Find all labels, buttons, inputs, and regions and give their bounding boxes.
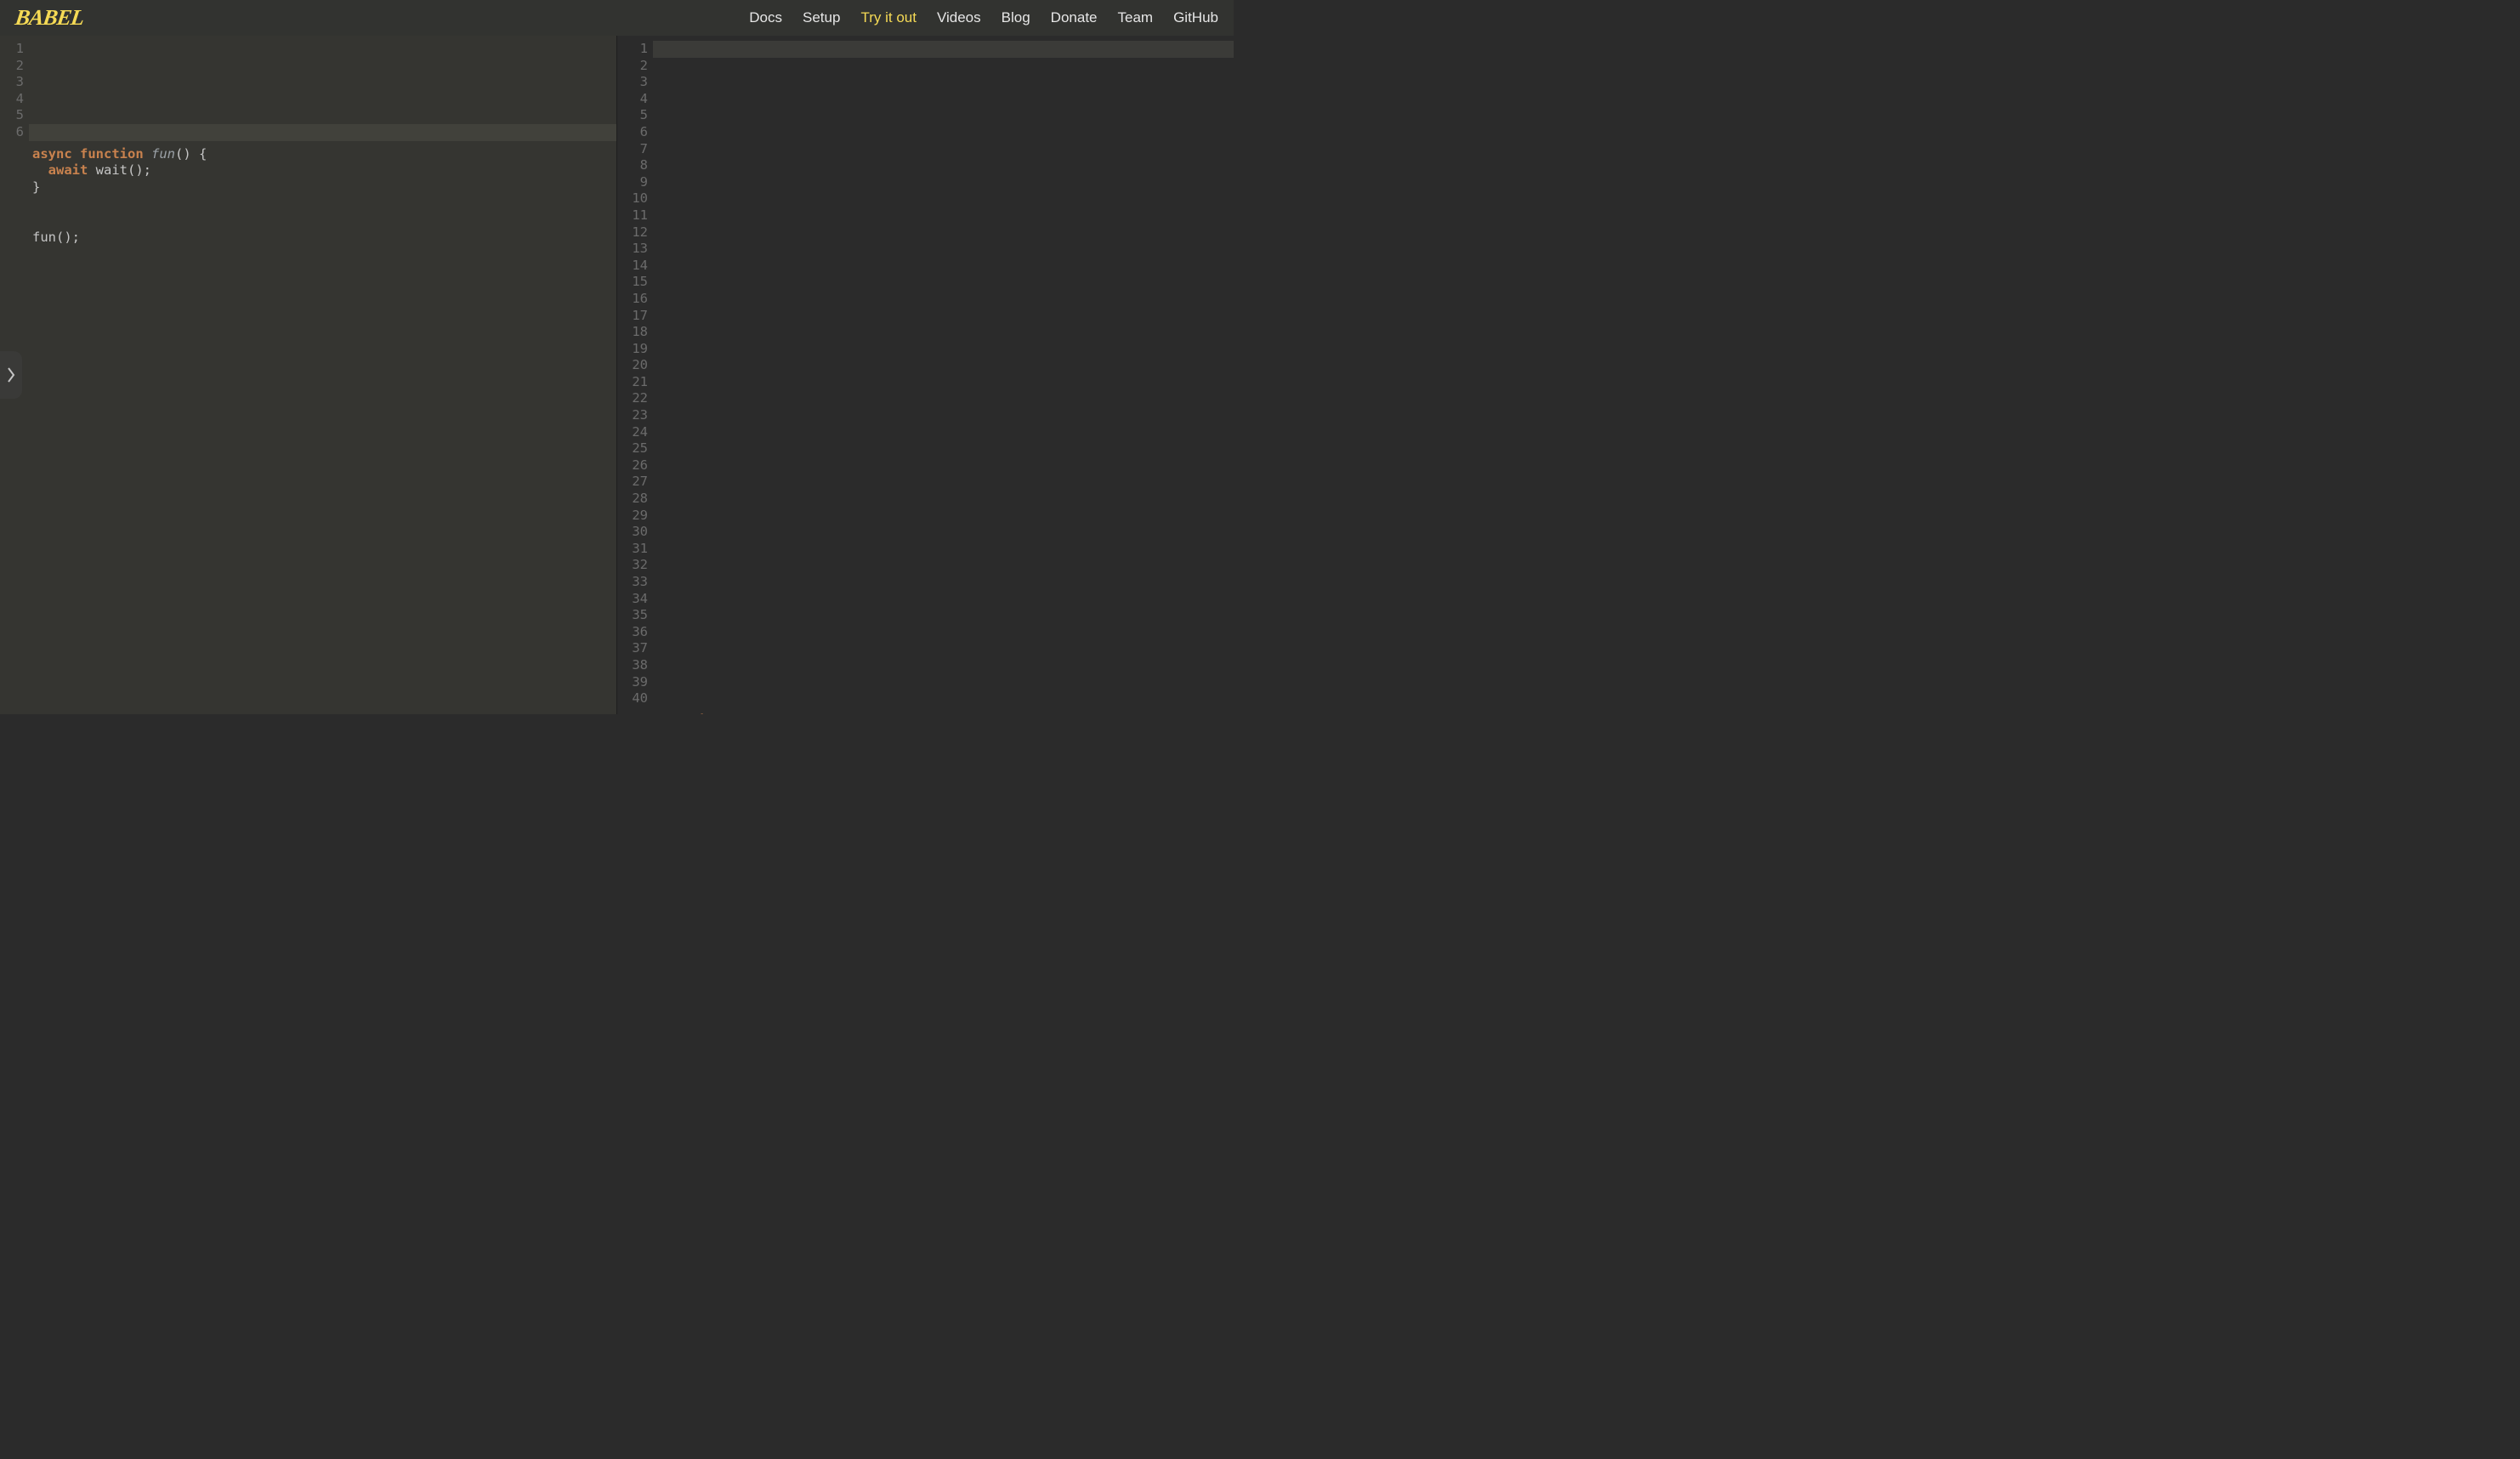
- chevron-right-icon: [6, 366, 16, 383]
- output-gutter: 1234567891011121314151617181920212223242…: [617, 36, 653, 707]
- nav-link-setup[interactable]: Setup: [803, 9, 840, 26]
- nav-link-blog[interactable]: Blog: [1002, 9, 1030, 26]
- nav-link-docs[interactable]: Docs: [749, 9, 782, 26]
- nav-link-try-it-out[interactable]: Try it out: [860, 9, 917, 26]
- input-editor[interactable]: 123456 async function fun() { await wait…: [0, 36, 617, 714]
- output-editor[interactable]: 1234567891011121314151617181920212223242…: [617, 36, 1234, 714]
- brand-logo[interactable]: BABEL: [14, 5, 85, 31]
- nav-link-videos[interactable]: Videos: [937, 9, 981, 26]
- input-gutter: 123456: [0, 36, 29, 141]
- top-bar: BABEL Docs Setup Try it out Videos Blog Donat…: [0, 0, 1234, 36]
- input-current-line-highlight: [0, 124, 616, 141]
- nav-link-github[interactable]: GitHub: [1173, 9, 1218, 26]
- nav-link-team[interactable]: Team: [1118, 9, 1154, 26]
- output-current-line-highlight: [617, 41, 1234, 58]
- main-area: 123456 async function fun() { await wait…: [0, 36, 1234, 714]
- expand-sidebar-button[interactable]: [0, 351, 22, 399]
- output-code: function asyncGeneratorStep(gen, resolve…: [617, 707, 1234, 714]
- nav-link-donate[interactable]: Donate: [1051, 9, 1098, 26]
- input-code[interactable]: async function fun() { await wait();}fun…: [0, 141, 616, 247]
- main-nav: Docs Setup Try it out Videos Blog Donate Team G…: [749, 9, 1218, 26]
